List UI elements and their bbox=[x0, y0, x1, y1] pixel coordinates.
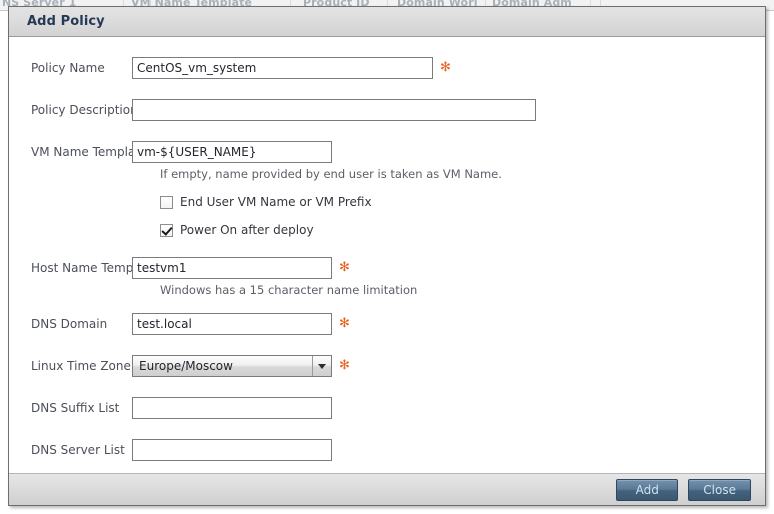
power-on-after-deploy-label: Power On after deploy bbox=[180, 223, 314, 237]
dialog-header: Add Policy bbox=[9, 7, 765, 37]
add-policy-dialog: Add Policy Policy Name ✻ Policy Descript… bbox=[8, 6, 766, 506]
policy-description-field-wrap bbox=[132, 99, 536, 121]
dns-domain-input[interactable] bbox=[132, 313, 332, 335]
end-user-vm-name-label: End User VM Name or VM Prefix bbox=[180, 195, 372, 209]
vm-name-template-field-wrap bbox=[132, 141, 332, 163]
end-user-vm-name-checkbox[interactable] bbox=[160, 195, 173, 209]
host-name-template-field-wrap: ✻ bbox=[132, 257, 350, 279]
add-button[interactable]: Add bbox=[616, 478, 679, 501]
field-row-linux-time-zone: Linux Time Zone Europe/Moscow ✻ bbox=[9, 355, 765, 377]
policy-description-input[interactable] bbox=[132, 99, 536, 121]
dns-domain-field-wrap: ✻ bbox=[132, 313, 350, 335]
field-row-policy-description: Policy Description bbox=[9, 99, 765, 121]
dialog-footer: Add Close bbox=[9, 473, 765, 505]
power-on-after-deploy-checkbox[interactable] bbox=[160, 223, 173, 237]
policy-name-field-wrap: ✻ bbox=[132, 57, 451, 79]
dialog-title: Add Policy bbox=[27, 14, 105, 29]
policy-name-input[interactable] bbox=[132, 57, 433, 79]
close-button[interactable]: Close bbox=[688, 478, 751, 501]
policy-name-label: Policy Name bbox=[31, 61, 105, 75]
dns-suffix-list-input[interactable] bbox=[132, 397, 332, 419]
field-row-dns-domain: DNS Domain ✻ bbox=[9, 313, 765, 335]
linux-time-zone-label: Linux Time Zone bbox=[31, 359, 131, 373]
linux-time-zone-selected-value: Europe/Moscow bbox=[139, 359, 233, 373]
field-row-dns-server-list: DNS Server List bbox=[9, 439, 765, 461]
dialog-body: Policy Name ✻ Policy Description VM Name… bbox=[9, 37, 765, 474]
field-row-vm-name-template: VM Name Template bbox=[9, 141, 765, 163]
dns-suffix-list-label: DNS Suffix List bbox=[31, 401, 120, 415]
host-name-template-label: Host Name Template bbox=[31, 261, 157, 275]
dns-domain-label: DNS Domain bbox=[31, 317, 108, 331]
vm-name-template-hint: If empty, name provided by end user is t… bbox=[160, 167, 502, 181]
required-marker: ✻ bbox=[339, 358, 350, 373]
linux-time-zone-field-wrap: Europe/Moscow ✻ bbox=[132, 355, 350, 377]
host-name-template-hint: Windows has a 15 character name limitati… bbox=[160, 283, 418, 297]
required-marker: ✻ bbox=[440, 60, 451, 75]
linux-time-zone-select[interactable]: Europe/Moscow bbox=[132, 355, 332, 377]
dns-server-list-field-wrap bbox=[132, 439, 332, 461]
policy-description-label: Policy Description bbox=[31, 103, 138, 117]
power-on-after-deploy-checkbox-row[interactable]: Power On after deploy bbox=[9, 223, 765, 237]
field-row-policy-name: Policy Name ✻ bbox=[9, 57, 765, 79]
dns-server-list-input[interactable] bbox=[132, 439, 332, 461]
vm-name-template-input[interactable] bbox=[132, 141, 332, 163]
required-marker: ✻ bbox=[339, 260, 350, 275]
dns-server-list-label: DNS Server List bbox=[31, 443, 125, 457]
field-row-dns-suffix-list: DNS Suffix List bbox=[9, 397, 765, 419]
field-row-host-name-template: Host Name Template ✻ bbox=[9, 257, 765, 279]
required-marker: ✻ bbox=[339, 316, 350, 331]
vm-name-template-label: VM Name Template bbox=[31, 145, 148, 159]
chevron-down-icon[interactable] bbox=[312, 356, 331, 376]
end-user-vm-name-checkbox-row[interactable]: End User VM Name or VM Prefix bbox=[9, 195, 765, 209]
dns-suffix-list-field-wrap bbox=[132, 397, 332, 419]
host-name-template-input[interactable] bbox=[132, 257, 332, 279]
